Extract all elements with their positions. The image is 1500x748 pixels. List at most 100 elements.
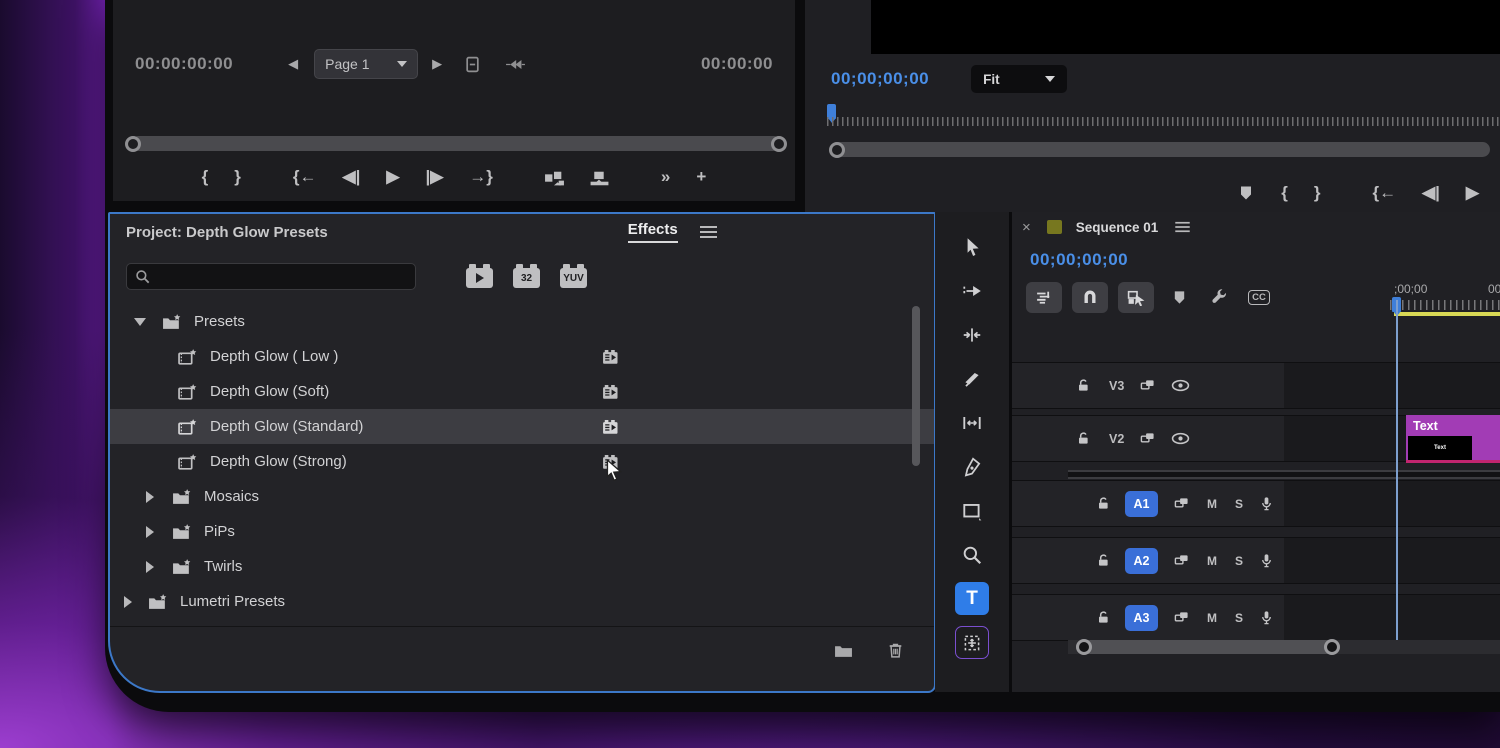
- skip-ahead-icon[interactable]: [505, 58, 526, 71]
- mark-out-button[interactable]: }: [221, 167, 254, 187]
- chevron-right-icon[interactable]: [146, 491, 154, 503]
- track-target-button[interactable]: A3: [1125, 605, 1158, 631]
- program-time-ruler[interactable]: [827, 104, 1500, 130]
- play-button[interactable]: ▶: [1453, 183, 1492, 203]
- scrollbar-left-handle[interactable]: [1076, 639, 1092, 655]
- add-marker-button[interactable]: [1164, 282, 1194, 313]
- track-name[interactable]: V3: [1109, 379, 1124, 393]
- slip-tool-button[interactable]: [955, 406, 989, 439]
- panel-menu-icon[interactable]: [700, 226, 717, 238]
- solo-button[interactable]: S: [1235, 554, 1243, 568]
- zoom-tool-button[interactable]: [955, 538, 989, 571]
- video-audio-divider[interactable]: [1068, 470, 1500, 479]
- insert-icon[interactable]: [544, 169, 565, 186]
- mic-icon[interactable]: [1259, 496, 1274, 511]
- chevron-right-icon[interactable]: [124, 596, 132, 608]
- timeline-ruler[interactable]: [1390, 300, 1500, 310]
- linked-selection-button[interactable]: [1118, 282, 1154, 313]
- mute-button[interactable]: M: [1207, 611, 1217, 625]
- mark-in-button[interactable]: {: [1268, 183, 1301, 203]
- snap-toggle-button[interactable]: [1072, 282, 1108, 313]
- close-icon[interactable]: ×: [1022, 219, 1031, 236]
- track-target-button[interactable]: A2: [1125, 548, 1158, 574]
- prev-page-button[interactable]: ◀: [288, 56, 298, 72]
- effects-search-input[interactable]: [126, 263, 416, 290]
- razor-tool-button[interactable]: [955, 362, 989, 395]
- track-target-button[interactable]: A1: [1125, 491, 1158, 517]
- tree-item-preset[interactable]: Depth Glow (Soft): [110, 374, 934, 409]
- step-back-button[interactable]: ◀|: [1409, 183, 1453, 203]
- page-selector-dropdown[interactable]: Page 1: [314, 49, 418, 79]
- selection-tool-button[interactable]: [955, 230, 989, 263]
- mic-icon[interactable]: [1259, 610, 1274, 625]
- play-button[interactable]: ▶: [373, 167, 412, 187]
- trash-icon[interactable]: [887, 642, 904, 659]
- source-scrollbar[interactable]: [131, 136, 781, 151]
- chevron-right-icon[interactable]: [146, 526, 154, 538]
- type-tool-button[interactable]: T: [955, 582, 989, 615]
- filter-32bit-button[interactable]: 32: [513, 268, 540, 288]
- lock-icon[interactable]: [1096, 496, 1111, 511]
- eye-icon[interactable]: [1171, 379, 1190, 392]
- tab-effects[interactable]: Effects: [628, 221, 678, 243]
- chevron-right-icon[interactable]: [146, 561, 154, 573]
- scrollbar-left-handle[interactable]: [125, 136, 141, 152]
- track-select-tool-button[interactable]: [955, 274, 989, 307]
- timeline-scrollbar[interactable]: [1076, 640, 1340, 654]
- sync-lock-icon[interactable]: [1174, 610, 1189, 625]
- add-button[interactable]: +: [683, 167, 719, 187]
- new-bin-folder-icon[interactable]: [834, 643, 853, 658]
- timeline-settings-button[interactable]: [1204, 282, 1234, 313]
- add-marker-icon[interactable]: [1238, 185, 1254, 201]
- go-to-in-button[interactable]: {←: [1359, 183, 1409, 203]
- panel-menu-icon[interactable]: [1176, 222, 1190, 232]
- scrollbar-right-handle[interactable]: [771, 136, 787, 152]
- go-to-in-button[interactable]: {←: [280, 167, 330, 187]
- sync-lock-icon[interactable]: [1174, 553, 1189, 568]
- tree-item-preset[interactable]: Depth Glow ( Low ): [110, 339, 934, 374]
- work-area-bar[interactable]: [1394, 312, 1500, 316]
- tree-item-folder[interactable]: Lumetri Presets: [110, 584, 934, 619]
- tree-item-preset[interactable]: Depth Glow (Strong): [110, 444, 934, 479]
- step-forward-button[interactable]: |▶: [412, 167, 456, 187]
- track-name[interactable]: V2: [1109, 432, 1124, 446]
- solo-button[interactable]: S: [1235, 611, 1243, 625]
- go-to-out-button[interactable]: →}: [456, 167, 506, 187]
- lock-icon[interactable]: [1076, 378, 1091, 393]
- tree-item-preset-selected[interactable]: Depth Glow (Standard): [110, 409, 934, 444]
- mute-button[interactable]: M: [1207, 497, 1217, 511]
- audio-track-a3[interactable]: A3 M S: [1012, 594, 1500, 641]
- filter-yuv-button[interactable]: YUV: [560, 268, 587, 288]
- sync-lock-icon[interactable]: [1174, 496, 1189, 511]
- filter-accelerated-effects-button[interactable]: [466, 268, 493, 288]
- video-track-v3[interactable]: V3: [1012, 362, 1500, 409]
- sync-lock-icon[interactable]: [1140, 431, 1155, 446]
- mic-icon[interactable]: [1259, 553, 1274, 568]
- tab-sequence[interactable]: Sequence 01: [1076, 220, 1159, 235]
- audio-track-a2[interactable]: A2 M S: [1012, 537, 1500, 584]
- scrollbar-right-handle[interactable]: [1324, 639, 1340, 655]
- tab-project[interactable]: Project: Depth Glow Presets: [126, 224, 328, 241]
- solo-button[interactable]: S: [1235, 497, 1243, 511]
- step-back-button[interactable]: ◀|: [330, 167, 374, 187]
- tree-item-folder[interactable]: Mosaics: [110, 479, 934, 514]
- zoom-level-dropdown[interactable]: Fit: [971, 65, 1067, 93]
- lock-icon[interactable]: [1096, 553, 1111, 568]
- playhead-line[interactable]: [1396, 300, 1398, 646]
- text-clip[interactable]: Text fx Text: [1406, 415, 1500, 463]
- overwrite-icon[interactable]: [589, 169, 610, 186]
- rectangle-tool-button[interactable]: [955, 494, 989, 527]
- audio-track-a1[interactable]: A1 M S: [1012, 480, 1500, 527]
- list-scrollbar[interactable]: [912, 306, 920, 466]
- next-page-button[interactable]: ▶: [432, 56, 442, 72]
- mute-button[interactable]: M: [1207, 554, 1217, 568]
- lock-icon[interactable]: [1076, 431, 1091, 446]
- sync-lock-icon[interactable]: [1140, 378, 1155, 393]
- mark-in-button[interactable]: {: [189, 167, 222, 187]
- chevron-down-icon[interactable]: [134, 318, 146, 326]
- scrollbar-left-handle[interactable]: [829, 142, 845, 158]
- captions-button[interactable]: CC: [1244, 282, 1274, 313]
- transform-tool-button[interactable]: [955, 626, 989, 659]
- program-scrollbar[interactable]: [833, 142, 1490, 157]
- eye-icon[interactable]: [1171, 432, 1190, 445]
